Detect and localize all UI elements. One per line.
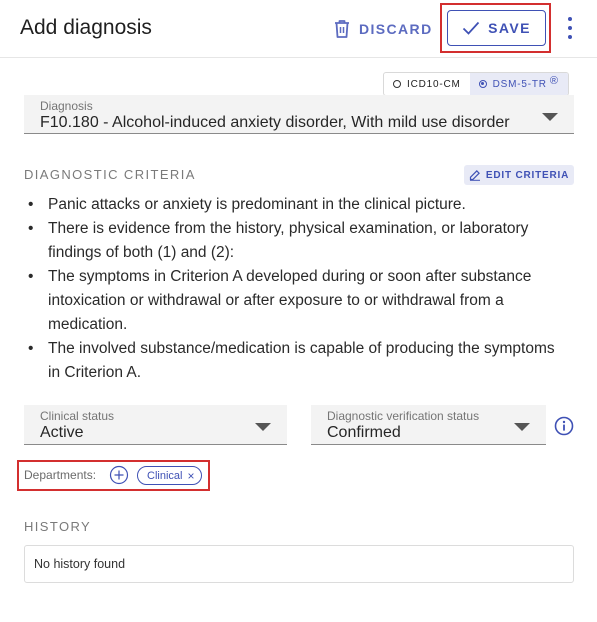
departments-label: Departments: <box>24 468 97 482</box>
info-icon[interactable] <box>554 416 574 436</box>
code-system-option-icd10cm[interactable]: ICD10-CM <box>384 73 470 95</box>
department-chip-label: Clinical <box>147 469 183 482</box>
dropdown-arrow-icon <box>514 423 530 431</box>
clinical-status-select[interactable]: Clinical status Active <box>24 405 287 445</box>
criteria-item: The symptoms in Criterion A developed du… <box>24 265 564 337</box>
code-system-option-label: ICD10-CM <box>407 78 461 90</box>
more-vert-icon[interactable] <box>564 15 576 41</box>
criteria-item: There is evidence from the history, phys… <box>24 217 564 265</box>
radio-unchecked-icon <box>393 80 401 88</box>
code-system-option-dsm5tr[interactable]: DSM-5-TR ® <box>469 73 568 95</box>
clinical-status-value: Active <box>40 424 84 441</box>
dropdown-arrow-icon <box>255 423 271 431</box>
edit-icon <box>469 170 480 181</box>
add-circle-icon[interactable] <box>109 465 129 485</box>
diagnosis-value: F10.180 - Alcohol-induced anxiety disord… <box>40 114 510 131</box>
registered-mark: ® <box>549 75 559 87</box>
department-chip[interactable]: Clinical × <box>137 466 203 485</box>
edit-criteria-label: EDIT CRITERIA <box>485 169 570 181</box>
edit-criteria-button[interactable]: EDIT CRITERIA <box>464 165 574 185</box>
check-icon <box>463 21 480 35</box>
code-system-option-label: DSM-5-TR <box>492 78 547 90</box>
save-label: SAVE <box>488 20 531 36</box>
clinical-status-label: Clinical status <box>40 409 115 423</box>
close-icon[interactable]: × <box>187 470 194 482</box>
criteria-item: The involved substance/medication is cap… <box>24 337 564 385</box>
dropdown-arrow-icon <box>542 113 558 121</box>
criteria-list: Panic attacks or anxiety is predominant … <box>24 193 564 385</box>
code-system-toggle: ICD10-CM DSM-5-TR ® <box>383 72 569 96</box>
discard-label: DISCARD <box>359 21 433 37</box>
history-heading: HISTORY <box>24 519 92 534</box>
trash-icon <box>335 20 349 38</box>
page-title: Add diagnosis <box>20 16 152 39</box>
save-button[interactable]: SAVE <box>447 10 546 46</box>
discard-button[interactable]: DISCARD <box>333 16 433 42</box>
history-panel: No history found <box>24 545 574 583</box>
criteria-heading: DIAGNOSTIC CRITERIA <box>24 167 196 182</box>
diagnosis-select[interactable]: Diagnosis F10.180 - Alcohol-induced anxi… <box>24 95 574 134</box>
verification-status-value: Confirmed <box>327 424 401 441</box>
verification-status-select[interactable]: Diagnostic verification status Confirmed <box>311 405 546 445</box>
diagnosis-label: Diagnosis <box>40 99 93 113</box>
criteria-item: Panic attacks or anxiety is predominant … <box>24 193 564 217</box>
radio-checked-icon <box>478 80 487 88</box>
history-empty-text: No history found <box>34 557 126 571</box>
verification-status-label: Diagnostic verification status <box>327 409 480 423</box>
